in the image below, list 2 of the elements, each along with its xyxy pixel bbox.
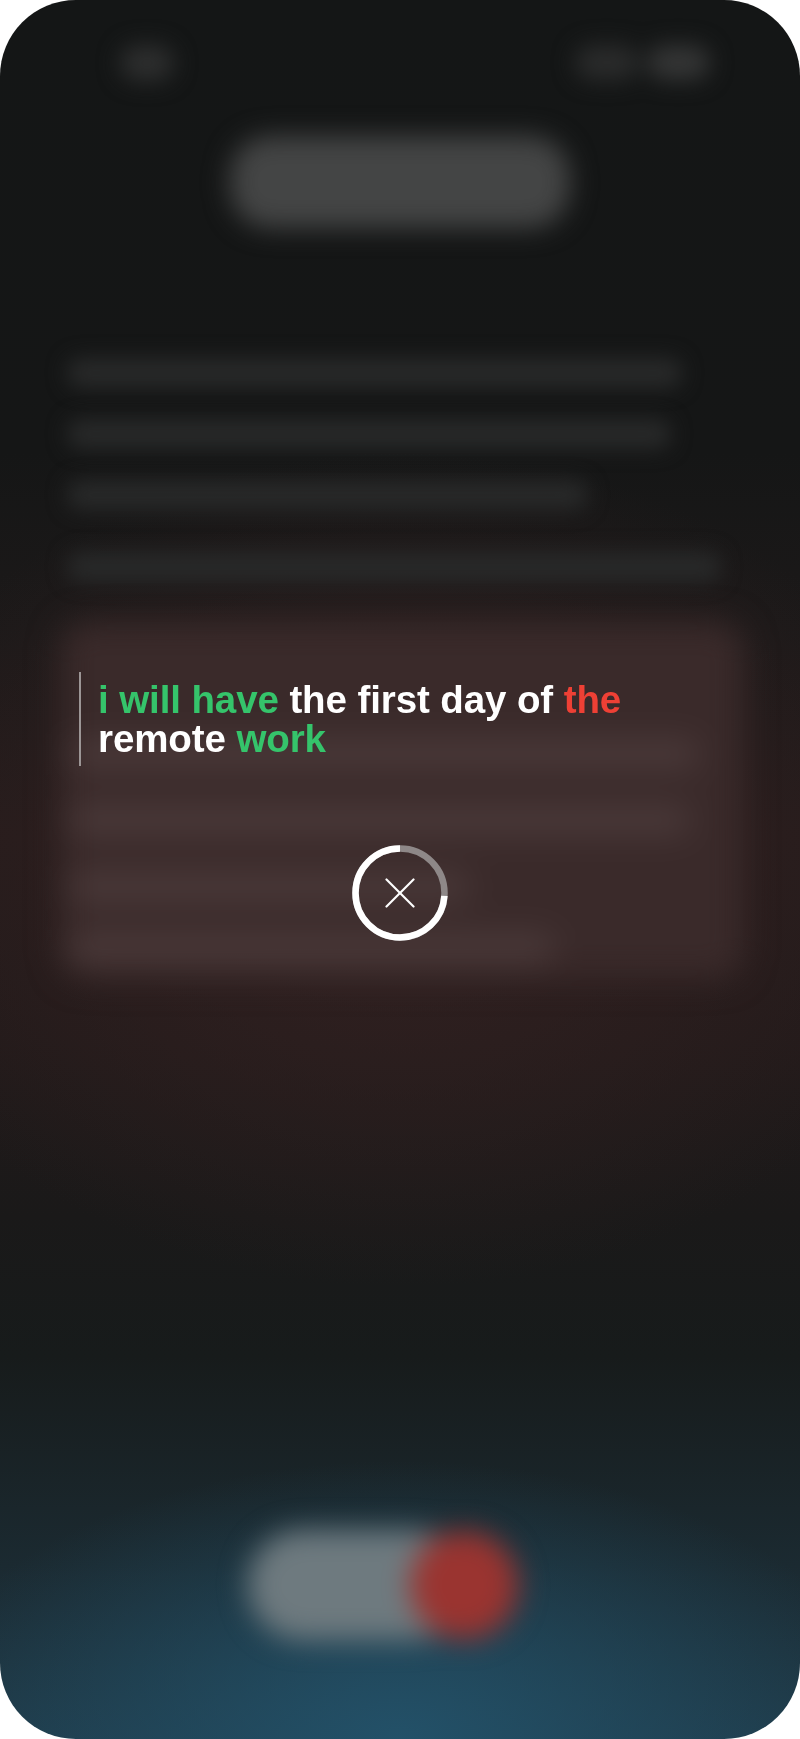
close-icon xyxy=(385,878,415,908)
transcript-text: i will have the first day of the remote work xyxy=(98,680,623,758)
